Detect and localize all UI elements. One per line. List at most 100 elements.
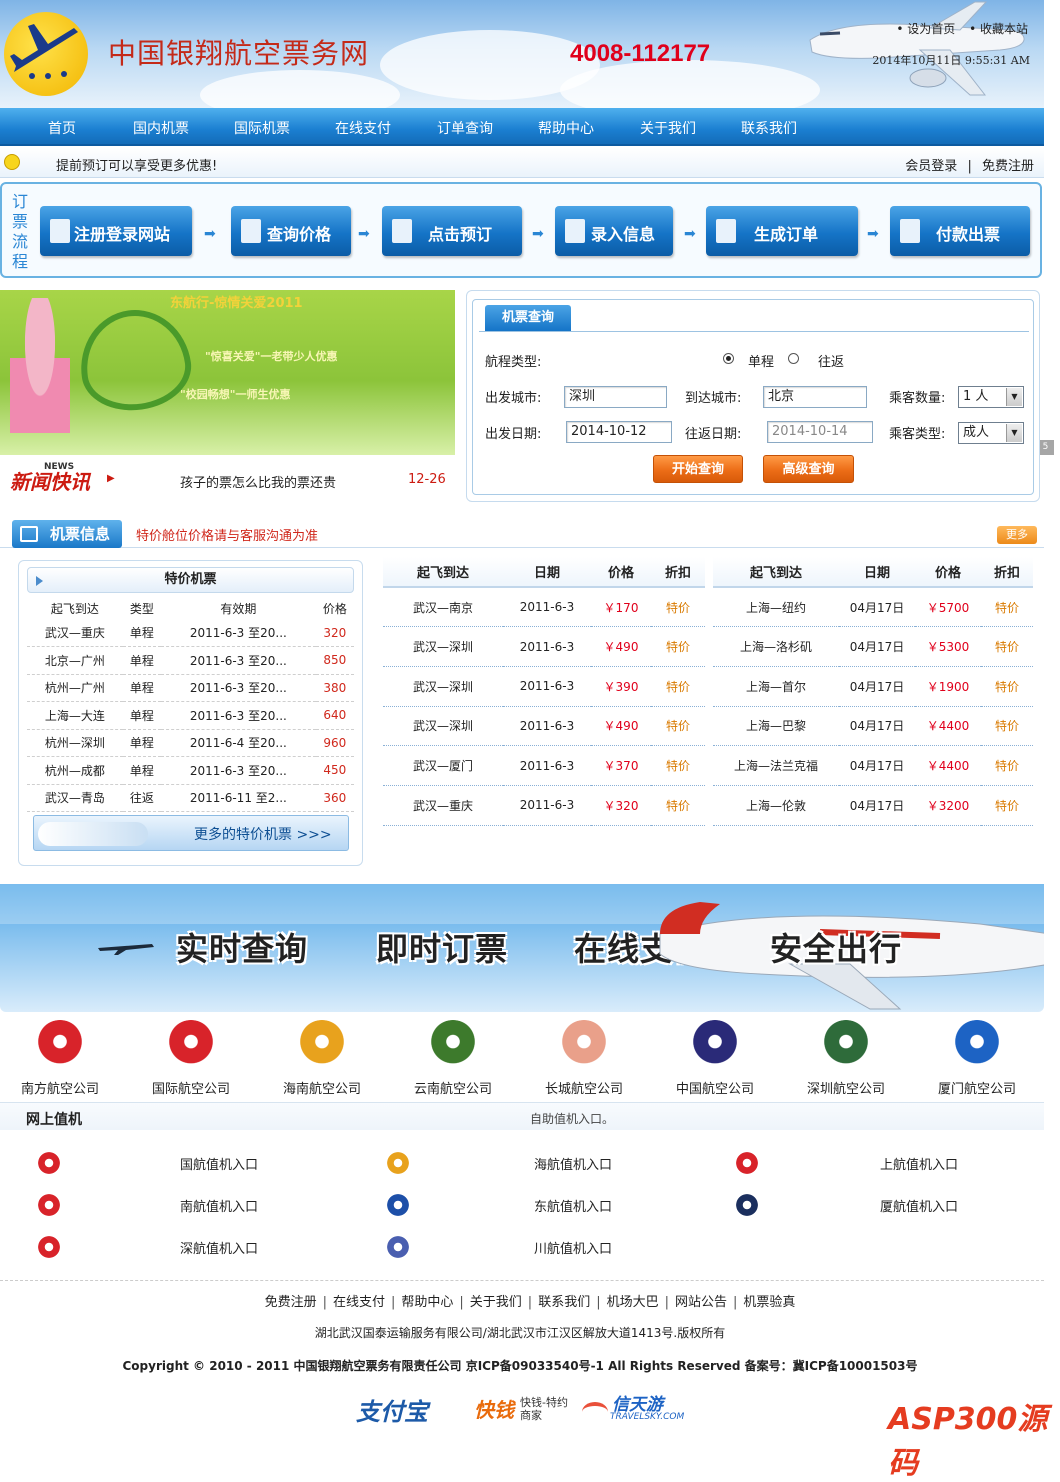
set-homepage-link[interactable]: • 设为首页 [896, 22, 955, 36]
one-way-radio[interactable] [723, 353, 734, 364]
footer-link[interactable]: 关于我们 [470, 1295, 522, 1310]
table-row[interactable]: 武汉—厦门 2011-6-3 ￥370 特价 [383, 745, 705, 786]
table-row[interactable]: 杭州—成都 单程 2011-6-3 至20... 450 [27, 756, 354, 785]
airline-item[interactable]: 南方航空公司 [0, 1020, 120, 1097]
banner-slogan: 实时查询 [176, 930, 309, 968]
passenger-type-label: 乘客类型: [889, 427, 946, 442]
table-row[interactable]: 上海—首尔 04月17日 ￥1900 特价 [713, 666, 1033, 707]
column-header: 起飞到达 [383, 557, 503, 588]
checkin-link[interactable]: 厦航值机入口 [880, 1196, 958, 1215]
member-login-link[interactable]: 会员登录 [905, 159, 957, 174]
promo-banner[interactable]: 东航行-惊情关爱2011 "惊喜关爱"一老带少人优惠 "校园畅想"一师生优惠 [0, 290, 455, 455]
nav-order-query[interactable]: 订单查询 [437, 118, 493, 138]
table-row[interactable]: 上海—纽约 04月17日 ￥5700 特价 [713, 587, 1033, 628]
flow-step-query-price[interactable]: 查询价格 [231, 206, 351, 256]
tab-flight-query[interactable]: 机票查询 [485, 305, 571, 331]
news-headline[interactable]: 孩子的票怎么比我的票还贵 [180, 472, 336, 491]
airline-item[interactable]: 长城航空公司 [524, 1020, 644, 1097]
from-city-input[interactable]: 深圳 [564, 386, 667, 408]
airline-logo-icon [167, 1020, 215, 1068]
flow-step-book[interactable]: 点击预订 [382, 206, 522, 256]
airline-logo-icon [36, 1150, 62, 1176]
search-button[interactable]: 开始查询 [653, 455, 743, 483]
table-row[interactable]: 上海—法兰克福 04月17日 ￥4400 特价 [713, 745, 1033, 786]
return-date-input[interactable]: 2014-10-14 [767, 421, 873, 443]
alipay-logo[interactable]: 支付宝 [356, 1392, 428, 1427]
payment-icon [900, 219, 920, 243]
airline-item[interactable]: 云南航空公司 [393, 1020, 513, 1097]
footer-link[interactable]: 机场大巴 [607, 1295, 659, 1310]
nav-contact-us[interactable]: 联系我们 [741, 118, 797, 138]
round-trip-radio[interactable] [788, 353, 799, 364]
nav-online-payment[interactable]: 在线支付 [335, 118, 391, 138]
footer-link[interactable]: 免费注册 [265, 1295, 317, 1310]
free-register-link[interactable]: 免费注册 [982, 159, 1034, 174]
table-row[interactable]: 上海—伦敦 04月17日 ￥3200 特价 [713, 785, 1033, 826]
checkin-link[interactable]: 国航值机入口 [180, 1154, 258, 1173]
more-button[interactable]: 更多 [997, 526, 1037, 544]
checkin-link[interactable]: 深航值机入口 [180, 1238, 258, 1257]
airline-item[interactable]: 厦门航空公司 [917, 1020, 1037, 1097]
notice-bar: 提前预订可以享受更多优惠! 会员登录 | 免费注册 [0, 148, 1044, 178]
table-row[interactable]: 上海—大连 单程 2011-6-3 至20... 640 [27, 701, 354, 730]
flow-step-create-order[interactable]: 生成订单 [706, 206, 858, 256]
table-row[interactable]: 北京—广州 单程 2011-6-3 至20... 850 [27, 646, 354, 675]
table-row[interactable]: 杭州—广州 单程 2011-6-3 至20... 380 [27, 674, 354, 702]
table-cell: 2011-6-3 至20... [161, 674, 316, 702]
airline-item[interactable]: 深圳航空公司 [786, 1020, 906, 1097]
member-links-separator: | [967, 159, 972, 174]
table-row[interactable]: 武汉—重庆 单程 2011-6-3 至20... 320 [27, 619, 354, 647]
table-row[interactable]: 武汉—南京 2011-6-3 ￥170 特价 [383, 587, 705, 628]
one-way-label: 单程 [748, 355, 775, 370]
checkin-link[interactable]: 东航值机入口 [534, 1196, 612, 1215]
depart-date-input[interactable]: 2014-10-12 [566, 421, 672, 443]
flow-step-pay-issue[interactable]: 付款出票 [890, 206, 1030, 256]
footer-link[interactable]: 在线支付 [333, 1295, 385, 1310]
footer-link[interactable]: 机票验真 [743, 1295, 795, 1310]
nav-home[interactable]: 首页 [48, 118, 76, 138]
flow-step-register[interactable]: 注册登录网站 [40, 206, 192, 256]
depart-date-label: 出发日期: [485, 427, 542, 442]
more-special-tickets-link[interactable]: 更多的特价机票 >>> [33, 815, 349, 851]
chevron-down-icon: ▼ [1006, 388, 1022, 406]
to-city-input[interactable]: 北京 [763, 386, 867, 408]
checkin-link[interactable]: 南航值机入口 [180, 1196, 258, 1215]
checkin-link[interactable]: 海航值机入口 [534, 1154, 612, 1173]
footer-link[interactable]: 帮助中心 [401, 1295, 453, 1310]
nav-domestic-tickets[interactable]: 国内机票 [133, 118, 189, 138]
table-cell: 特价 [981, 626, 1033, 667]
table-cell: 特价 [651, 706, 705, 747]
checkin-link[interactable]: 上航值机入口 [880, 1154, 958, 1173]
tab-ticket-info[interactable]: 机票信息 [12, 520, 122, 548]
kuaiqian-logo[interactable]: 快钱 [474, 1394, 514, 1423]
to-city-label: 到达城市: [685, 391, 742, 406]
bookmark-link[interactable]: • 收藏本站 [969, 22, 1028, 36]
nav-international-tickets[interactable]: 国际机票 [234, 118, 290, 138]
flow-step-enter-info[interactable]: 录入信息 [555, 206, 673, 256]
footer-link[interactable]: 网站公告 [675, 1295, 727, 1310]
nav-help-center[interactable]: 帮助中心 [538, 118, 594, 138]
table-row[interactable]: 上海—洛杉矶 04月17日 ￥5300 特价 [713, 626, 1033, 667]
table-row[interactable]: 武汉—深圳 2011-6-3 ￥490 特价 [383, 626, 705, 667]
footer-company-info: 湖北武汉国泰运输服务有限公司/湖北武汉市江汉区解放大道1413号.版权所有 [314, 1326, 726, 1340]
checkin-link[interactable]: 川航值机入口 [534, 1238, 612, 1257]
table-row[interactable]: 上海—巴黎 04月17日 ￥4400 特价 [713, 706, 1033, 747]
table-cell: 上海—伦敦 [713, 785, 839, 826]
footer-link[interactable]: 联系我们 [538, 1295, 590, 1310]
booking-flow: 订票流程 注册登录网站 ➡ 查询价格 ➡ 点击预订 ➡ 录入信息 ➡ 生成订单 … [0, 182, 1042, 278]
nav-about-us[interactable]: 关于我们 [640, 118, 696, 138]
passenger-count-select[interactable]: 1 人 ▼ [958, 386, 1024, 408]
airline-item[interactable]: 国际航空公司 [131, 1020, 251, 1097]
airline-item[interactable]: 海南航空公司 [262, 1020, 382, 1097]
passenger-type-select[interactable]: 成人 ▼ [958, 422, 1024, 444]
table-cell: 单程 [122, 646, 161, 675]
advanced-search-button[interactable]: 高级查询 [763, 455, 854, 483]
table-row[interactable]: 武汉—深圳 2011-6-3 ￥390 特价 [383, 666, 705, 707]
airline-item[interactable]: 中国航空公司 [655, 1020, 775, 1097]
table-row[interactable]: 武汉—重庆 2011-6-3 ￥320 特价 [383, 785, 705, 826]
table-cell: 上海—法兰克福 [713, 745, 839, 786]
search-icon [241, 219, 261, 243]
table-row[interactable]: 杭州—深圳 单程 2011-6-4 至20... 960 [27, 729, 354, 757]
table-row[interactable]: 武汉—青岛 往返 2011-6-11 至2... 360 [27, 784, 354, 812]
table-row[interactable]: 武汉—深圳 2011-6-3 ￥490 特价 [383, 706, 705, 747]
